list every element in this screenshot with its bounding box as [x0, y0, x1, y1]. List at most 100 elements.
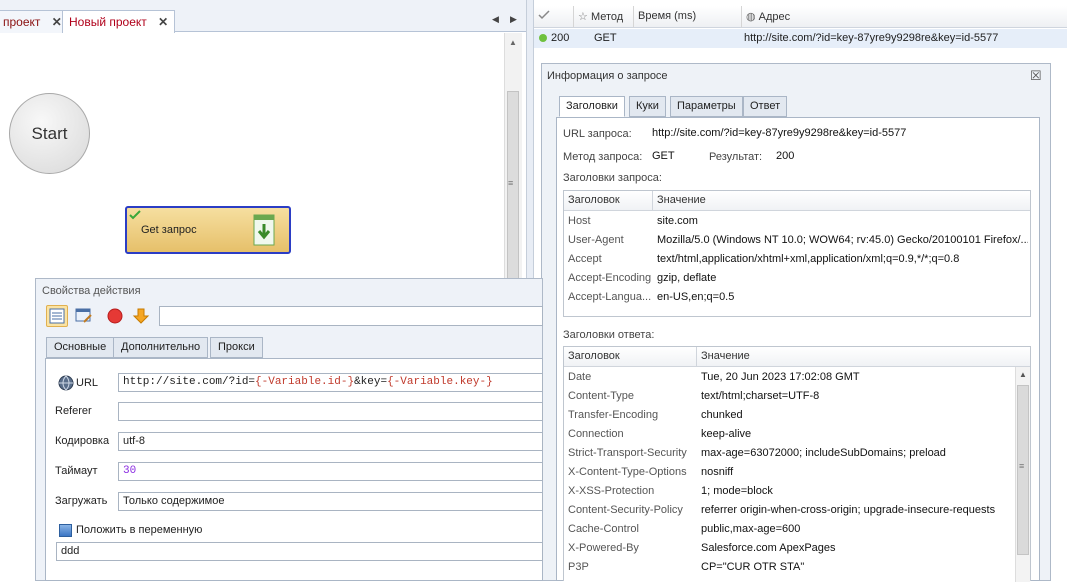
tab-headers[interactable]: Заголовки — [559, 96, 625, 117]
close-icon[interactable]: ✕ — [158, 15, 168, 29]
request-info-title: Информация о запросе — [547, 70, 668, 82]
url-prefix: http://site.com/?id= — [123, 376, 256, 388]
timeout-label: Таймаут — [55, 465, 98, 477]
referer-input[interactable] — [118, 402, 543, 421]
request-headers-label: Заголовки запроса: — [563, 172, 662, 184]
request-headers-grid: Заголовок Значение Host site.com User-Agen… — [563, 190, 1031, 317]
globe-icon: ◍ — [746, 11, 756, 23]
request-header-value: gzip, deflate — [657, 272, 717, 284]
response-header-name: Connection — [568, 428, 624, 440]
col-address[interactable]: ◍ Адрес — [742, 6, 1067, 28]
encoding-label: Кодировка — [55, 435, 110, 447]
tab-advanced[interactable]: Дополнительно — [113, 337, 209, 358]
url-label: URL запроса: — [563, 128, 632, 140]
response-header-value: nosniff — [701, 466, 734, 478]
window-edit-icon — [75, 308, 92, 323]
grid-header-value[interactable]: Значение — [697, 347, 1030, 367]
action-name-input[interactable] — [159, 306, 543, 326]
response-header-name: Transfer-Encoding — [568, 409, 659, 421]
properties-view-button[interactable] — [46, 305, 68, 327]
globe-icon — [58, 375, 74, 391]
status-dot-icon — [539, 34, 547, 42]
close-icon[interactable]: ☒ — [1030, 68, 1042, 84]
row-status: 200 — [551, 32, 570, 44]
response-header-value: 1; mode=block — [701, 485, 773, 497]
response-headers-grid: Заголовок Значение Date Tue, 20 Jun 2023 … — [563, 346, 1031, 582]
canvas-scrollbar[interactable]: ▲ ≡ — [504, 33, 522, 283]
response-header-name: Content-Security-Policy — [568, 504, 683, 516]
col-method-label: Метод — [590, 11, 624, 23]
stop-icon — [107, 308, 123, 324]
response-header-value: CP="CUR OTR STA" — [701, 561, 805, 573]
scroll-up-icon[interactable]: ▲ — [1019, 370, 1027, 379]
url-input[interactable]: http://site.com/?id={-Variable.id-}&key=… — [118, 373, 543, 392]
url-value: http://site.com/?id=key-87yre9y9298re&ke… — [652, 127, 907, 139]
download-page-icon — [253, 214, 275, 246]
result-label: Результат: — [709, 151, 763, 163]
check-icon — [129, 210, 141, 220]
request-header-value: Mozilla/5.0 (Windows NT 10.0; WOW64; rv:… — [657, 234, 1028, 246]
variable-name-input[interactable]: ddd — [56, 542, 543, 561]
response-header-name: Content-Type — [568, 390, 635, 402]
tab-project[interactable]: проект ✕ — [0, 10, 69, 33]
timeout-input[interactable]: 30 — [118, 462, 543, 481]
request-header-name: Accept-Encoding — [568, 272, 652, 284]
col-address-label: Адрес — [758, 11, 791, 23]
response-header-name: Date — [568, 371, 592, 383]
get-request-node[interactable]: Get запрос — [125, 206, 291, 254]
row-method: GET — [594, 32, 617, 44]
url-mid: &key= — [354, 376, 388, 388]
url-variable-key: {-Variable.key-} — [387, 376, 493, 388]
arrow-down-icon — [132, 308, 150, 324]
load-select[interactable]: Только содержимое — [118, 492, 543, 511]
scroll-up-icon[interactable]: ▲ — [509, 38, 517, 47]
result-value: 200 — [776, 150, 795, 162]
star-icon: ☆ — [578, 11, 588, 23]
grid-header-value[interactable]: Значение — [653, 191, 1030, 211]
encoding-select[interactable]: utf-8 — [118, 432, 543, 451]
tab-response[interactable]: Ответ — [743, 96, 788, 117]
response-header-name: Strict-Transport-Security — [568, 447, 687, 459]
grid-header-name[interactable]: Заголовок — [564, 191, 653, 211]
request-row[interactable]: 200 GET http://site.com/?id=key-87yre9y9… — [534, 29, 1067, 48]
response-header-name: P3P — [568, 561, 589, 573]
response-header-name: X-Powered-By — [568, 542, 639, 554]
list-icon — [49, 308, 65, 324]
request-header-name: Accept-Langua... — [568, 291, 652, 303]
col-time[interactable]: Время (ms) — [634, 6, 742, 28]
edit-variables-button[interactable] — [73, 305, 95, 327]
tab-cookies[interactable]: Куки — [629, 96, 666, 117]
tab-project-label: проект — [3, 15, 41, 29]
chevron-right-icon[interactable]: ▶ — [510, 14, 517, 25]
put-in-variable-checkbox[interactable] — [59, 524, 72, 537]
get-request-node-label: Get запрос — [141, 224, 197, 236]
col-method[interactable]: ☆ Метод — [574, 6, 634, 28]
close-icon[interactable]: ✕ — [52, 15, 62, 29]
start-node[interactable]: Start — [9, 93, 90, 174]
request-header-name: User-Agent — [568, 234, 624, 246]
response-header-value: max-age=63072000; includeSubDomains; pre… — [701, 447, 946, 459]
start-node-label: Start — [31, 123, 68, 143]
stop-button[interactable] — [104, 305, 126, 327]
grid-header-name[interactable]: Заголовок — [564, 347, 697, 367]
response-header-name: Cache-Control — [568, 523, 639, 535]
move-down-button[interactable] — [130, 305, 152, 327]
tab-params[interactable]: Параметры — [670, 96, 743, 117]
grip-icon: ≡ — [508, 178, 514, 188]
chevron-left-icon[interactable]: ◀ — [492, 14, 499, 25]
referer-label: Referer — [55, 405, 92, 417]
response-header-value: text/html;charset=UTF-8 — [701, 390, 820, 402]
response-header-value: Salesforce.com ApexPages — [701, 542, 836, 554]
request-header-value: site.com — [657, 215, 698, 227]
col-time-label: Время (ms) — [638, 10, 697, 22]
response-scrollbar[interactable]: ▲ ≡ — [1015, 367, 1030, 582]
response-header-name: X-Content-Type-Options — [568, 466, 687, 478]
method-value: GET — [652, 150, 675, 162]
tab-proxy[interactable]: Прокси — [210, 337, 263, 358]
response-header-name: X-XSS-Protection — [568, 485, 655, 497]
method-label: Метод запроса: — [563, 151, 643, 163]
tab-new-project[interactable]: Новый проект ✕ — [62, 10, 176, 33]
tab-main[interactable]: Основные — [46, 337, 115, 358]
col-check[interactable] — [534, 6, 574, 28]
response-header-value: keep-alive — [701, 428, 752, 440]
